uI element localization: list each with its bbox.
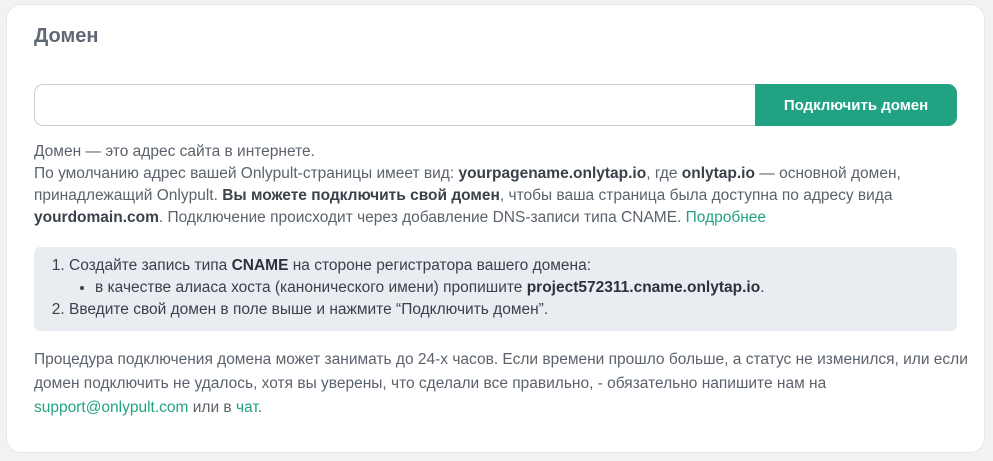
domain-description: Домен — это адрес сайта в интернете. По …: [34, 141, 964, 229]
step-text: .: [760, 279, 765, 296]
step-text: в качестве алиаса хоста (канонического и…: [95, 279, 527, 296]
chat-link[interactable]: чат: [236, 399, 258, 416]
instructions-box: Создайте запись типа CNAME на стороне ре…: [34, 247, 957, 331]
description-text: , где: [646, 165, 682, 182]
main-domain: onlytap.io: [681, 165, 755, 182]
instruction-step-1: Создайте запись типа CNAME на стороне ре…: [69, 255, 957, 299]
description-text: , чтобы ваша страница была доступна по а…: [499, 187, 893, 204]
instruction-step-2: Введите свой домен в поле выше и нажмите…: [69, 299, 957, 321]
card-title: Домен: [34, 25, 99, 47]
step-text: на стороне регистратора вашего домена:: [288, 257, 592, 274]
note-text: .: [257, 399, 263, 416]
more-info-link[interactable]: Подробнее: [686, 209, 766, 226]
instruction-substeps: в качестве алиаса хоста (канонического и…: [69, 277, 957, 299]
domain-input-row: Подключить домен: [34, 84, 957, 126]
step-text: Создайте запись типа: [69, 257, 232, 274]
note-text: Процедура подключения домена может заним…: [34, 351, 968, 392]
note-text: или в: [188, 399, 236, 416]
connection-note: Процедура подключения домена может заним…: [34, 348, 969, 420]
description-line-1: Домен — это адрес сайта в интернете.: [34, 143, 315, 160]
instructions-list: Создайте запись типа CNAME на стороне ре…: [34, 255, 957, 321]
example-domain: yourdomain.com: [34, 209, 159, 226]
instruction-substep: в качестве алиаса хоста (канонического и…: [95, 277, 957, 299]
description-paragraph: По умолчанию адрес вашей Onlypult-страни…: [34, 163, 964, 229]
connect-own-domain-text: Вы можете подключить свой домен: [222, 187, 500, 204]
description-text: . Подключение происходит через добавлени…: [158, 209, 686, 226]
support-email-link[interactable]: support@onlypult.com: [34, 399, 188, 416]
domain-input[interactable]: [34, 84, 755, 126]
record-type: CNAME: [231, 257, 289, 274]
description-text: По умолчанию адрес вашей Onlypult-страни…: [34, 165, 459, 182]
connect-domain-button[interactable]: Подключить домен: [755, 84, 957, 126]
domain-settings-card: Домен Подключить домен Домен — это адрес…: [7, 5, 984, 452]
cname-target: project572311.cname.onlytap.io: [526, 279, 761, 296]
default-address: yourpagename.onlytap.io: [458, 165, 647, 182]
note-paragraph: Процедура подключения домена может заним…: [34, 348, 969, 420]
